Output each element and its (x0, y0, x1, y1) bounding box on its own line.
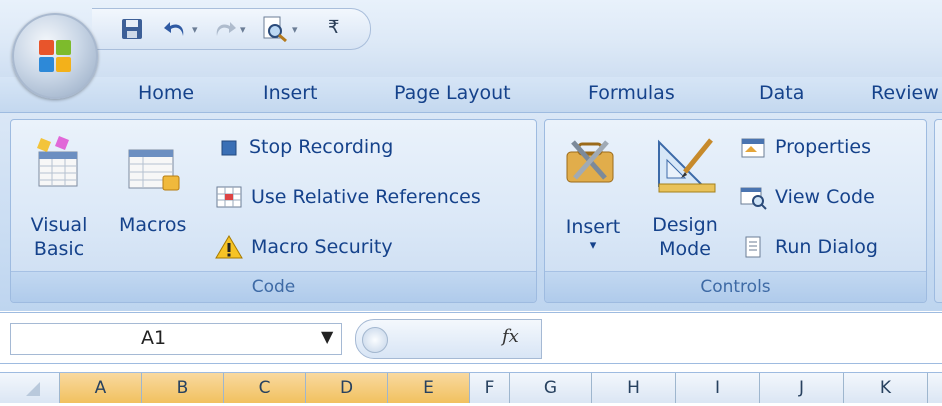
use-relative-references-button[interactable]: Use Relative References (215, 182, 481, 212)
insert-dropdown-icon[interactable]: ▾ (561, 238, 625, 253)
macro-security-button[interactable]: Macro Security (215, 232, 393, 262)
use-relative-references-label: Use Relative References (251, 186, 481, 208)
select-all-corner[interactable] (0, 373, 60, 403)
column-header-a[interactable]: A (60, 373, 142, 403)
code-group-label: Code (11, 271, 536, 302)
office-logo-icon (39, 40, 71, 72)
formula-bar-expand-icon[interactable] (362, 327, 388, 353)
undo-icon[interactable] (162, 17, 190, 41)
run-dialog-label: Run Dialog (775, 236, 878, 258)
column-header-bar: A B C D E F G H I J K (0, 372, 942, 403)
toolbox-icon (566, 140, 614, 183)
tab-insert[interactable]: Insert (263, 82, 318, 104)
visual-basic-label-line2: Basic (33, 238, 85, 260)
ribbon: Visual Basic Macros Stop Recording Use R… (0, 112, 942, 311)
column-header-c[interactable]: C (224, 373, 306, 403)
view-code-button[interactable]: View Code (739, 182, 875, 212)
column-header-partial[interactable] (928, 373, 942, 403)
design-mode-label-line1: Design (652, 214, 718, 236)
tab-review[interactable]: Review (871, 82, 939, 104)
column-header-d[interactable]: D (306, 373, 388, 403)
select-all-icon (25, 382, 40, 396)
stop-recording-button[interactable]: Stop Recording (215, 132, 393, 162)
macros-icon (128, 149, 180, 191)
customize-qat-icon[interactable]: ₹ (328, 17, 339, 38)
redo-icon[interactable] (210, 17, 238, 41)
next-group-edge (934, 119, 942, 303)
redo-dropdown-icon[interactable]: ▾ (240, 23, 246, 36)
macros-label: Macros (119, 214, 187, 236)
design-mode-icon (658, 138, 716, 193)
relative-references-icon (216, 186, 242, 208)
column-header-b[interactable]: B (142, 373, 224, 403)
insert-control-button[interactable] (563, 134, 623, 198)
properties-label: Properties (775, 136, 872, 158)
column-header-k[interactable]: K (844, 373, 928, 403)
formula-input[interactable] (542, 313, 942, 363)
stop-recording-label: Stop Recording (249, 136, 394, 158)
column-header-f[interactable]: F (470, 373, 510, 403)
run-dialog-button[interactable]: Run Dialog (739, 232, 878, 262)
tab-home[interactable]: Home (138, 82, 194, 104)
visual-basic-icon (37, 136, 78, 187)
visual-basic-label-line1: Visual (30, 214, 88, 236)
undo-dropdown-icon[interactable]: ▾ (192, 23, 198, 36)
macro-security-label: Macro Security (251, 236, 393, 258)
office-button[interactable] (12, 13, 98, 99)
run-dialog-icon (745, 236, 761, 258)
view-code-icon (740, 187, 767, 210)
column-header-h[interactable]: H (592, 373, 676, 403)
column-header-e[interactable]: E (388, 373, 470, 403)
print-preview-icon[interactable] (260, 16, 290, 42)
name-box-value: A1 (141, 327, 167, 349)
warning-icon (215, 235, 243, 259)
controls-group: Insert ▾ Design Mode Properties View Cod… (544, 119, 927, 303)
print-preview-dropdown-icon[interactable]: ▾ (292, 23, 298, 36)
name-box[interactable]: A1 ▼ (10, 323, 342, 355)
design-mode-label-line2: Mode (659, 238, 711, 260)
column-header-j[interactable]: J (760, 373, 844, 403)
tab-formulas[interactable]: Formulas (588, 82, 675, 104)
properties-button[interactable]: Properties (739, 132, 871, 162)
visual-basic-button[interactable] (29, 134, 109, 194)
properties-icon (741, 138, 765, 158)
macros-button[interactable] (123, 144, 193, 204)
ribbon-tabs: Home Insert Page Layout Formulas Data Re… (0, 77, 942, 112)
stop-recording-icon (221, 140, 237, 156)
name-box-dropdown-icon[interactable]: ▼ (321, 327, 333, 346)
controls-group-label: Controls (545, 271, 926, 302)
code-group: Visual Basic Macros Stop Recording Use R… (10, 119, 537, 303)
insert-control-label: Insert (565, 216, 621, 238)
formula-bar: A1 ▼ fx (0, 312, 942, 364)
quick-access-toolbar: ▾ ▾ ▾ ₹ (92, 8, 371, 50)
view-code-label: View Code (775, 186, 875, 208)
tab-data[interactable]: Data (759, 82, 804, 104)
tab-page-layout[interactable]: Page Layout (394, 82, 511, 104)
design-mode-button[interactable] (653, 134, 723, 200)
save-icon[interactable] (120, 17, 144, 41)
fx-icon[interactable]: fx (502, 326, 519, 347)
formula-bar-controls: fx (355, 319, 542, 359)
column-header-i[interactable]: I (676, 373, 760, 403)
column-header-g[interactable]: G (510, 373, 592, 403)
